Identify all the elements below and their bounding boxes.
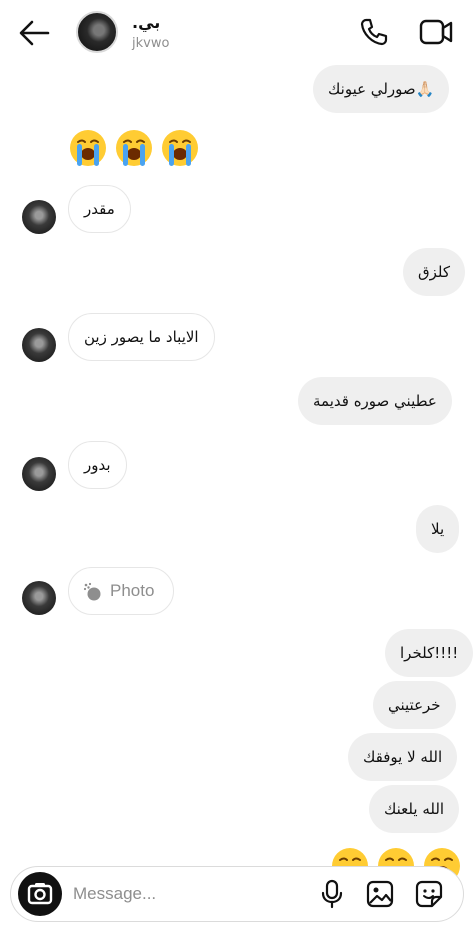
message-bubble-outgoing[interactable]: الله لا يوفقك bbox=[348, 733, 458, 781]
sticker-icon[interactable] bbox=[414, 879, 444, 909]
photo-label: Photo bbox=[110, 581, 155, 600]
loudly-crying-face-icon bbox=[70, 130, 106, 166]
contact-username: jkvwo bbox=[132, 36, 170, 51]
video-camera-icon[interactable] bbox=[418, 17, 454, 47]
sender-avatar[interactable] bbox=[22, 328, 56, 362]
back-arrow-icon[interactable] bbox=[18, 18, 50, 48]
photo-unavailable-icon bbox=[83, 582, 101, 601]
message-bubble-outgoing[interactable]: يلا bbox=[416, 505, 460, 553]
message-input[interactable] bbox=[73, 875, 303, 913]
loudly-crying-face-icon bbox=[162, 130, 198, 166]
message-bubble-outgoing[interactable]: كلزق bbox=[403, 248, 466, 296]
camera-icon bbox=[27, 883, 53, 905]
microphone-icon[interactable] bbox=[317, 879, 347, 909]
message-bubble-outgoing[interactable]: خرعتيني bbox=[373, 681, 456, 729]
message-bubble-outgoing[interactable]: عطيني صوره قديمة bbox=[298, 377, 452, 425]
emoji-message[interactable] bbox=[68, 128, 202, 170]
message-bubble-incoming[interactable]: مقدر bbox=[68, 185, 131, 233]
phone-icon[interactable] bbox=[358, 16, 390, 48]
message-composer bbox=[10, 866, 464, 922]
loudly-crying-face-icon bbox=[116, 130, 152, 166]
sender-avatar[interactable] bbox=[22, 200, 56, 234]
sender-avatar[interactable] bbox=[22, 457, 56, 491]
image-icon[interactable] bbox=[365, 879, 395, 909]
photo-message[interactable]: Photo bbox=[68, 567, 174, 615]
message-bubble-outgoing[interactable]: صورلي عيونك🙏🏻 bbox=[313, 65, 450, 113]
camera-button[interactable] bbox=[18, 872, 62, 916]
sender-avatar[interactable] bbox=[22, 581, 56, 615]
message-bubble-incoming[interactable]: الايباد ما يصور زين bbox=[68, 313, 215, 361]
message-bubble-outgoing[interactable]: الله يلعنك bbox=[369, 785, 460, 833]
message-bubble-incoming[interactable]: بدور bbox=[68, 441, 127, 489]
chat-header: .بي jkvwo bbox=[0, 0, 474, 66]
contact-avatar[interactable] bbox=[76, 11, 118, 53]
contact-name[interactable]: .بي bbox=[132, 13, 160, 32]
message-bubble-outgoing[interactable]: كلخرا!!!! bbox=[385, 629, 474, 677]
